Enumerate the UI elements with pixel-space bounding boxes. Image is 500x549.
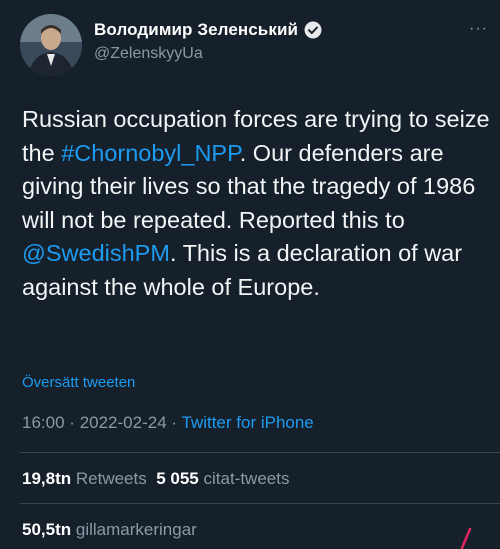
tweet-source-link[interactable]: Twitter for iPhone — [181, 413, 313, 432]
meta-separator: · — [171, 413, 178, 432]
quotes-count: 5 055 — [156, 469, 199, 488]
display-name[interactable]: Володимир Зеленський — [94, 20, 298, 40]
verified-badge-icon — [304, 21, 322, 39]
translate-tweet-link[interactable]: Översätt tweeten — [22, 374, 135, 391]
avatar[interactable] — [20, 14, 82, 76]
author-names: Володимир Зеленський @ZelenskyyUa — [94, 20, 322, 63]
retweets-label: Retweets — [75, 469, 147, 488]
divider — [20, 452, 500, 453]
likes-label: gillamarkeringar — [75, 520, 197, 539]
tweet-meta: 16:00 · 2022-02-24 · Twitter for iPhone — [22, 413, 314, 433]
divider — [20, 503, 500, 504]
tweet-text: Russian occupation forces are trying to … — [22, 103, 492, 304]
retweets-count: 19,8tn — [22, 469, 72, 488]
hashtag-link[interactable]: #Chornobyl_NPP — [61, 140, 240, 166]
tweet-date[interactable]: 2022-02-24 — [80, 413, 167, 432]
red-annotation-mark — [460, 528, 472, 549]
quotes-label: citat-tweets — [203, 469, 290, 488]
retweet-quote-stats: 19,8tn Retweets 5 055 citat-tweets — [22, 469, 289, 489]
more-options-icon[interactable]: ··· — [469, 20, 488, 38]
likes-count: 50,5tn — [22, 520, 72, 539]
tweet-header: Володимир Зеленський @ZelenskyyUa ··· — [20, 14, 488, 78]
tweet-time[interactable]: 16:00 — [22, 413, 65, 432]
likes-stat[interactable]: 50,5tn gillamarkeringar — [22, 520, 197, 539]
meta-separator: · — [69, 413, 75, 432]
quotes-stat[interactable]: 5 055 citat-tweets — [156, 469, 289, 488]
retweets-stat[interactable]: 19,8tn Retweets — [22, 469, 147, 488]
mention-link[interactable]: @SwedishPM — [22, 240, 170, 266]
user-handle[interactable]: @ZelenskyyUa — [94, 45, 322, 63]
likes-stats: 50,5tn gillamarkeringar — [22, 520, 197, 540]
